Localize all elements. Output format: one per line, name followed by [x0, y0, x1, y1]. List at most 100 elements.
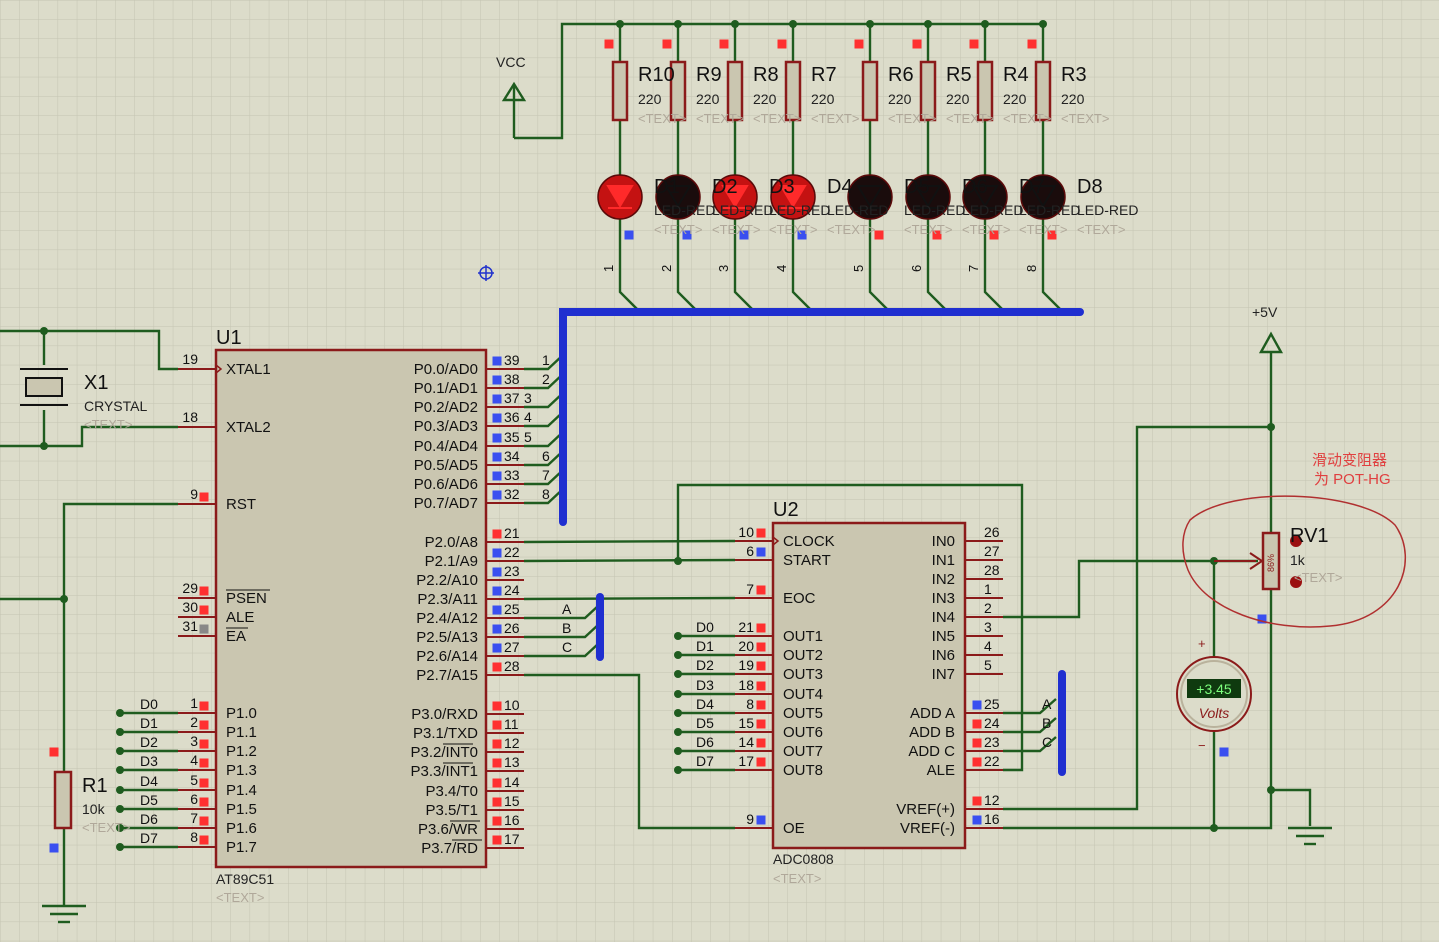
u2-pin-number: 8	[746, 696, 754, 712]
junction-dot	[116, 728, 124, 736]
junction-dot	[116, 843, 124, 851]
u2-pin-name: IN7	[932, 666, 955, 683]
u1-pin-name: P2.0/A8	[425, 534, 478, 551]
clock-wire	[523, 539, 736, 544]
led-text: <TEXT>	[654, 222, 702, 237]
resistor-R10[interactable]	[611, 60, 629, 122]
junction-dot	[40, 327, 48, 335]
resistor-text: <TEXT>	[638, 111, 686, 126]
pin-state-marker	[492, 605, 502, 615]
u2-pin-number: 4	[984, 638, 992, 654]
pin-state-marker	[492, 433, 502, 443]
u1-pin-name: P2.7/A15	[416, 667, 478, 684]
u1-pin-number: 30	[182, 599, 198, 615]
u1-pin-number: 3	[190, 733, 198, 749]
u1-net-label: D5	[140, 792, 158, 808]
u1-pin-name: P3.5/T1	[425, 802, 478, 819]
pin-state-marker	[49, 843, 59, 853]
junction-dot	[866, 20, 874, 28]
voltmeter-plus: +	[1198, 636, 1206, 651]
voltmeter-unit: Volts	[1199, 705, 1230, 721]
u2-pin-number: 7	[746, 581, 754, 597]
u1-pin-name: P1.2	[226, 743, 257, 760]
u2-pin-number: 28	[984, 562, 1000, 578]
pin-state-marker	[492, 662, 502, 672]
r1-text: <TEXT>	[82, 820, 130, 835]
u1-pin-number: 9	[190, 486, 198, 502]
u2-pin-name: OUT4	[783, 686, 823, 703]
u1-pin-number: 23	[504, 563, 520, 579]
pin-state-marker	[492, 529, 502, 539]
u1-pin-number: 35	[504, 429, 520, 445]
u1-pin-name: RST	[226, 496, 256, 513]
led-bus-index: 5	[851, 265, 866, 272]
u2-pin-name: OUT8	[783, 762, 823, 779]
u2-pin-name: IN1	[932, 552, 955, 569]
u2-pin-name: OUT7	[783, 743, 823, 760]
led-ref: D5	[904, 176, 930, 198]
net-label: B	[1042, 715, 1051, 731]
led-text: <TEXT>	[827, 222, 875, 237]
u2-pin-number: 3	[984, 619, 992, 635]
rv1-value: 1k	[1290, 552, 1306, 568]
bus-index: 1	[542, 352, 550, 368]
u2-pin-number: 26	[984, 524, 1000, 540]
pin-state-marker	[199, 778, 209, 788]
u1-pin-name: P0.2/AD2	[414, 399, 478, 416]
u2-part: ADC0808	[773, 851, 834, 867]
u2-pin-number: 12	[984, 792, 1000, 808]
u2-pin-number: 27	[984, 543, 1000, 559]
pin-state-marker	[492, 701, 502, 711]
u1-pin-name: P3.0/RXD	[411, 706, 478, 723]
pin-state-marker	[492, 452, 502, 462]
crystal-body[interactable]	[25, 377, 63, 397]
u1-pin-number: 12	[504, 735, 520, 751]
led-value: LED-RED	[904, 202, 965, 218]
u1-net-label: D0	[140, 696, 158, 712]
schematic-canvas[interactable]: XTAL119XTAL218RST9PSEN29ALE30EA31P1.01D0…	[0, 0, 1439, 942]
pin-state-marker	[492, 548, 502, 558]
u2-pin-name: IN5	[932, 628, 955, 645]
resistor-value: 220	[753, 91, 777, 107]
resistor-value: 220	[696, 91, 720, 107]
pin-state-marker	[756, 661, 766, 671]
u2-pin-number: 16	[984, 811, 1000, 827]
u2-pin-name: VREF(-)	[900, 820, 955, 837]
resistor-text: <TEXT>	[753, 111, 801, 126]
led-value: LED-RED	[827, 202, 888, 218]
u1-pin-name: P1.1	[226, 724, 257, 741]
bus-index: 8	[542, 486, 550, 502]
pin-state-marker	[492, 394, 502, 404]
pin-state-marker	[662, 39, 672, 49]
resistor-ref: R10	[638, 64, 675, 86]
r1-body[interactable]	[53, 770, 73, 830]
u2-pin-number: 18	[738, 677, 754, 693]
pin-state-marker	[972, 815, 982, 825]
u1-pin-name: XTAL1	[226, 361, 271, 378]
led-ref: D1	[654, 176, 680, 198]
u1-pin-number: 5	[190, 772, 198, 788]
bus-index: 4	[524, 409, 532, 425]
resistor-text: <TEXT>	[888, 111, 936, 126]
u1-pin-name: P0.3/AD3	[414, 418, 478, 435]
pin-state-marker	[492, 490, 502, 500]
u2-net-label: D4	[696, 696, 714, 712]
u1-pin-number: 25	[504, 601, 520, 617]
u2-pin-number: 19	[738, 657, 754, 673]
rv1-ref: RV1	[1290, 525, 1329, 547]
u2-pin-name: IN2	[932, 571, 955, 588]
resistor-R6[interactable]	[861, 60, 879, 122]
led-text: <TEXT>	[712, 222, 760, 237]
pin-state-marker	[756, 642, 766, 652]
led-value: LED-RED	[1077, 202, 1138, 218]
junction-dot	[60, 595, 68, 603]
junction-dot	[924, 20, 932, 28]
pin-state-marker	[604, 39, 614, 49]
u2-pin-name: IN0	[932, 533, 955, 550]
u1-pin-number: 13	[504, 754, 520, 770]
junction-dot	[674, 728, 682, 736]
u1-pin-number: 16	[504, 812, 520, 828]
u1-net-label: D3	[140, 753, 158, 769]
led-bus-index: 3	[716, 265, 731, 272]
u2-pin-name: START	[783, 552, 831, 569]
